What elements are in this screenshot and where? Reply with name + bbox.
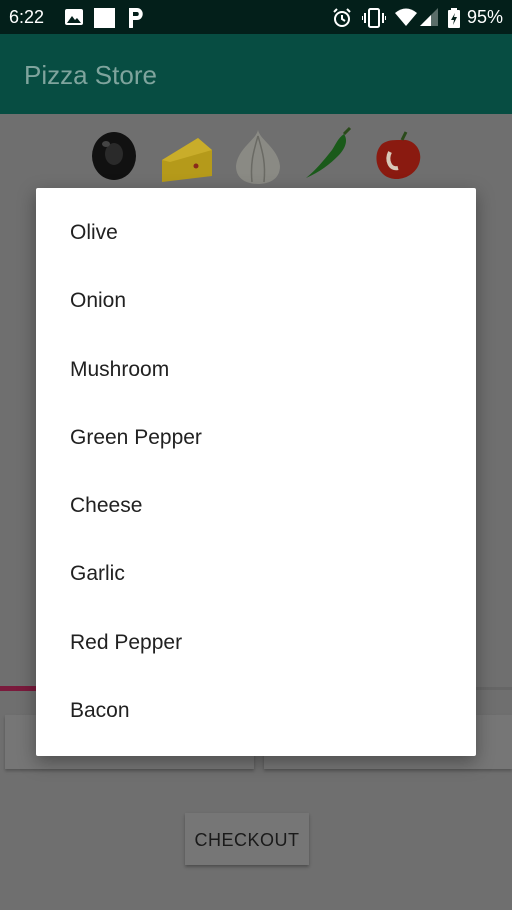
status-bar: 6:22 95%	[0, 0, 512, 34]
wifi-icon	[395, 8, 417, 26]
progress-track	[476, 687, 512, 690]
battery-charging-icon	[448, 8, 460, 28]
topping-option-cheese[interactable]: Cheese	[36, 472, 476, 540]
topping-list: Olive Onion Mushroom Green Pepper Cheese…	[36, 199, 476, 745]
topping-option-garlic[interactable]: Garlic	[36, 540, 476, 608]
app-title: Pizza Store	[24, 60, 157, 90]
battery-percent: 95%	[466, 7, 503, 27]
topping-option-mushroom[interactable]: Mushroom	[36, 336, 476, 404]
garlic-icon[interactable]	[228, 126, 288, 186]
progress-indicator	[0, 686, 36, 691]
vibrate-icon	[362, 8, 386, 28]
red-pepper-icon[interactable]	[368, 126, 428, 186]
app-bar: Pizza Store	[0, 34, 512, 114]
parking-p-icon	[129, 8, 143, 28]
status-time: 6:22	[9, 7, 45, 27]
image-icon	[65, 9, 83, 25]
square-icon	[94, 8, 115, 28]
checkout-button[interactable]: CHECKOUT	[185, 813, 309, 865]
topping-option-olive[interactable]: Olive	[36, 199, 476, 267]
topping-option-bacon[interactable]: Bacon	[36, 677, 476, 745]
chili-pepper-icon[interactable]	[298, 126, 358, 186]
topping-option-onion[interactable]: Onion	[36, 267, 476, 335]
topping-selection-dialog: Olive Onion Mushroom Green Pepper Cheese…	[36, 188, 476, 756]
alarm-icon	[333, 8, 351, 27]
cheese-icon[interactable]	[158, 126, 218, 186]
toppings-bar	[88, 126, 428, 186]
topping-option-green-pepper[interactable]: Green Pepper	[36, 404, 476, 472]
olive-icon[interactable]	[88, 126, 148, 186]
topping-option-red-pepper[interactable]: Red Pepper	[36, 609, 476, 677]
signal-icon	[420, 8, 438, 26]
